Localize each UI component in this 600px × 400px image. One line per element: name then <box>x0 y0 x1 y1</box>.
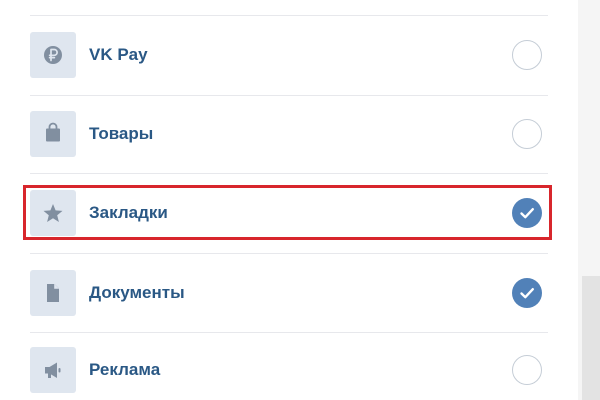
document-icon <box>30 270 76 316</box>
checkbox-unchecked[interactable] <box>512 355 542 385</box>
menu-item-documents[interactable]: Документы <box>30 270 548 316</box>
shopping-bag-icon <box>30 111 76 157</box>
highlight-frame <box>23 185 552 240</box>
menu-item-ads[interactable]: Реклама <box>30 347 548 393</box>
divider <box>30 332 548 333</box>
menu-item-vk-pay[interactable]: VK Pay <box>30 32 548 78</box>
divider <box>30 173 548 174</box>
divider <box>30 253 548 254</box>
ruble-coin-icon <box>30 32 76 78</box>
menu-item-label: Документы <box>89 283 185 302</box>
checkbox-unchecked[interactable] <box>512 40 542 70</box>
megaphone-icon <box>30 347 76 393</box>
divider <box>30 95 548 96</box>
checkbox-unchecked[interactable] <box>512 119 542 149</box>
menu-item-label: Товары <box>89 124 154 143</box>
menu-settings-panel: VK Pay Товары Закладки Документы Реклама <box>0 0 578 400</box>
scrollbar-thumb[interactable] <box>582 276 600 400</box>
menu-item-label: Реклама <box>89 360 161 379</box>
checkbox-checked[interactable] <box>512 278 542 308</box>
menu-item-label: VK Pay <box>89 45 148 64</box>
divider <box>30 15 548 16</box>
menu-item-goods[interactable]: Товары <box>30 111 548 157</box>
